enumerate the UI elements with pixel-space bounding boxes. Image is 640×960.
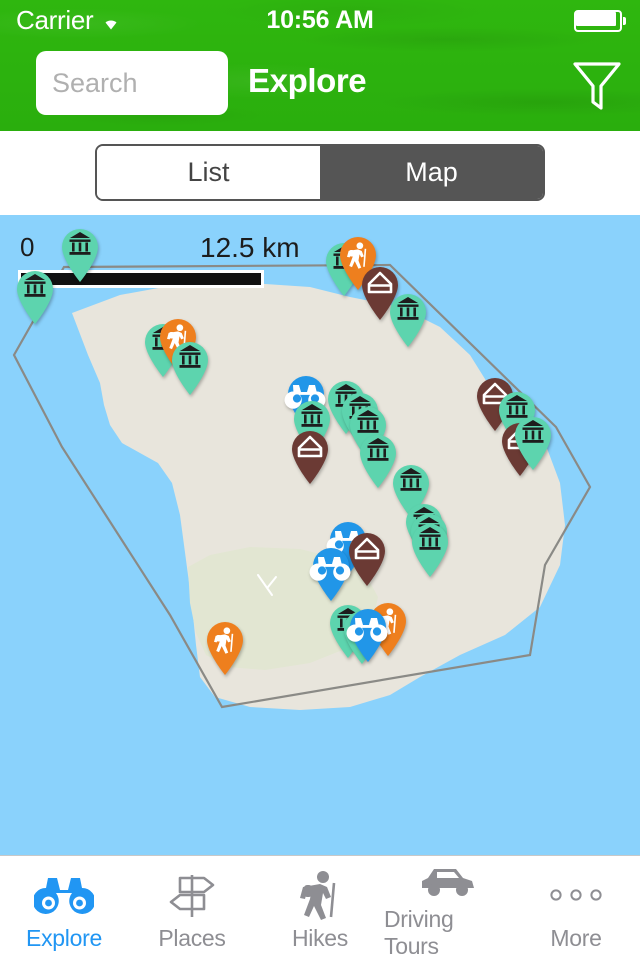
tab-places[interactable]: Places bbox=[128, 856, 256, 960]
map-pin-museum[interactable] bbox=[386, 292, 430, 348]
binoculars-icon bbox=[34, 871, 94, 919]
map-pin-hike[interactable] bbox=[203, 620, 247, 676]
status-bar: Carrier 10:56 AM bbox=[0, 0, 640, 40]
tab-hikes-label: Hikes bbox=[291, 924, 348, 951]
map-pin-museum[interactable] bbox=[58, 227, 102, 283]
tab-driving-tours[interactable]: Driving Tours bbox=[384, 856, 512, 960]
bottom-tab-bar[interactable]: Explore Places Hikes Driving Tours More bbox=[0, 855, 640, 960]
filter-funnel-icon[interactable] bbox=[570, 58, 624, 114]
map-pin-shelter[interactable] bbox=[288, 429, 332, 485]
tab-list[interactable]: List bbox=[97, 146, 320, 199]
search-input[interactable]: Search bbox=[36, 51, 228, 115]
app-header: Carrier 10:56 AM Search Explore bbox=[0, 0, 640, 131]
map-view[interactable]: 0 12.5 km L bbox=[0, 215, 640, 855]
map-pin-viewpoint[interactable] bbox=[309, 546, 353, 602]
map-pin-museum[interactable] bbox=[13, 269, 57, 325]
tab-driving-tours-label: Driving Tours bbox=[384, 906, 454, 959]
tab-more-label: More bbox=[550, 924, 602, 951]
scale-min-label: 0 bbox=[20, 232, 35, 262]
tab-explore-label: Explore bbox=[26, 924, 102, 951]
battery-full-icon bbox=[574, 10, 626, 32]
status-time: 10:56 AM bbox=[266, 6, 374, 34]
tab-more[interactable]: More bbox=[512, 856, 640, 960]
tab-map[interactable]: Map bbox=[320, 146, 543, 199]
more-dots-icon bbox=[548, 871, 604, 919]
list-map-segmented-control[interactable]: List Map bbox=[95, 144, 545, 201]
tab-places-label: Places bbox=[158, 924, 226, 951]
scale-max-label: 12.5 km bbox=[200, 232, 300, 263]
page-title: Explore bbox=[248, 62, 367, 99]
car-icon bbox=[417, 862, 479, 900]
map-pin-viewpoint[interactable] bbox=[346, 607, 390, 663]
search-placeholder: Search bbox=[52, 68, 138, 98]
map-pin-museum[interactable] bbox=[408, 522, 452, 578]
hiker-icon bbox=[298, 870, 342, 920]
map-pin-museum[interactable] bbox=[511, 415, 555, 471]
tab-explore[interactable]: Explore bbox=[0, 856, 128, 960]
map-canvas bbox=[12, 263, 592, 710]
map-pin-museum[interactable] bbox=[168, 340, 212, 396]
tab-hikes[interactable]: Hikes bbox=[256, 856, 384, 960]
signpost-icon bbox=[162, 871, 222, 919]
